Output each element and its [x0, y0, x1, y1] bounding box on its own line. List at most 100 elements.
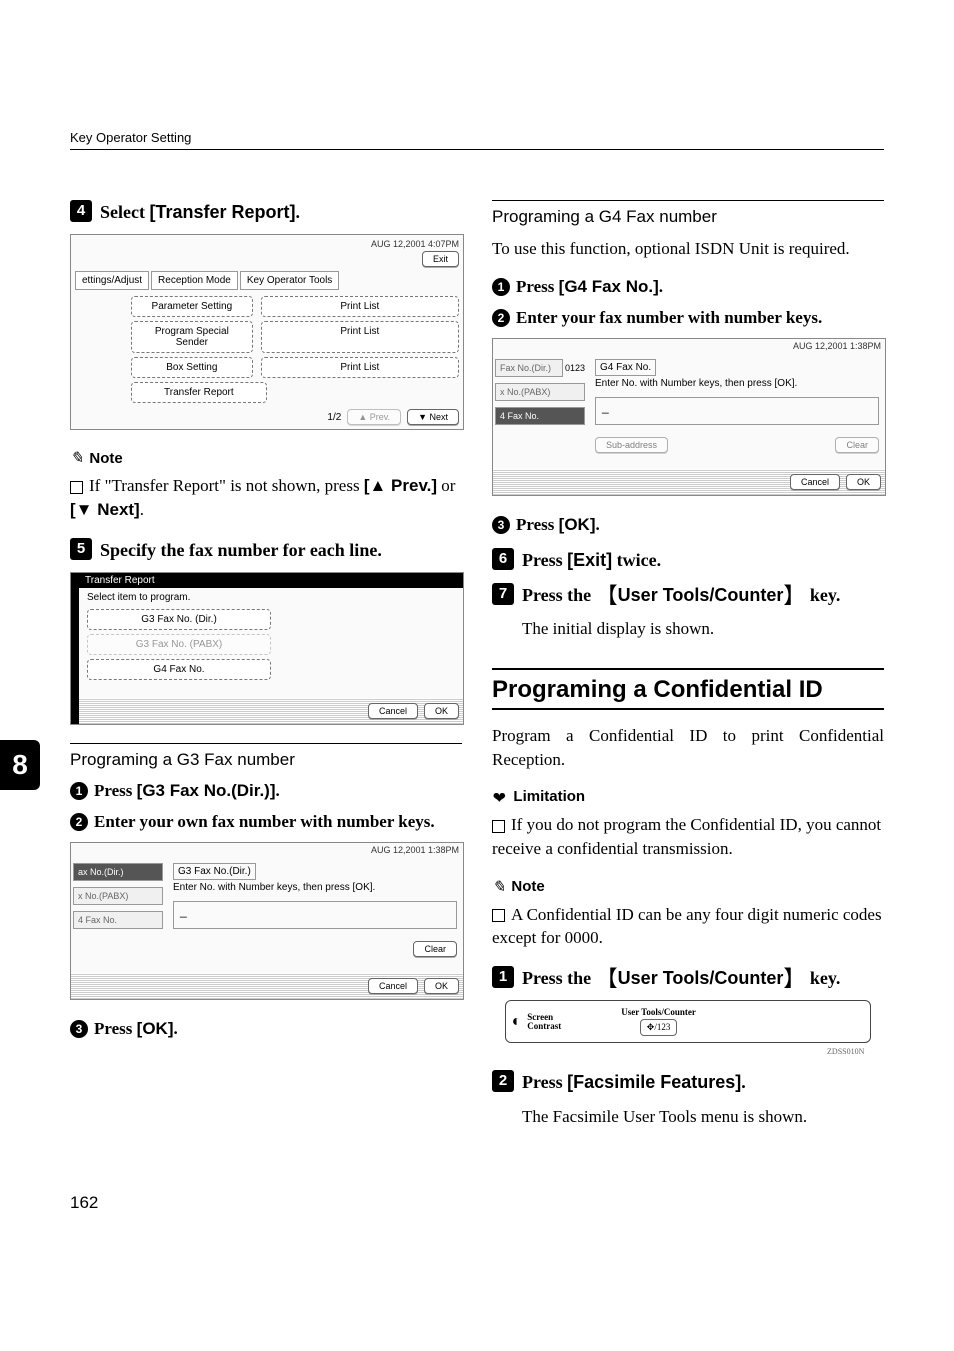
bulb-icon [492, 787, 507, 807]
g3-sub3-lead: Press [94, 1019, 137, 1038]
g3-fax-pabx-button[interactable]: G3 Fax No. (PABX) [87, 634, 271, 655]
shot1-datetime: AUG 12,2001 4:07PM [371, 239, 459, 249]
g3-sub2-text: Enter your own fax number with number ke… [94, 811, 435, 834]
step-4-text: Select [Transfer Report]. [100, 200, 300, 224]
user-tools-counter-key-2: User Tools/Counter [618, 968, 784, 988]
limitation-label: Limitation [513, 788, 585, 805]
user-tools-button[interactable]: ✥/123 [640, 1019, 678, 1036]
step-number-4: 4 [70, 200, 92, 222]
prev-key-label: [▲ Prev.] [364, 476, 437, 495]
limitation-heading: Limitation [492, 787, 884, 807]
substep-1-number: 1 [70, 782, 88, 800]
fax-number-input[interactable]: _ [173, 901, 457, 929]
note-heading-2: Note [492, 877, 884, 897]
note-body-1: If "Transfer Report" is not shown, press [89, 476, 364, 495]
step6-tail: twice. [612, 550, 661, 570]
side-tab-g4[interactable]: 4 Fax No. [73, 911, 163, 929]
ok-button-4[interactable]: OK [846, 474, 881, 490]
ok-label: [OK] [137, 1019, 174, 1038]
shot2-title: Transfer Report [79, 573, 463, 588]
box-setting-button[interactable]: Box Setting [131, 357, 253, 378]
stepA1-lead: Press the [522, 968, 596, 988]
step-number-6: 6 [492, 548, 514, 570]
transfer-report-button[interactable]: Transfer Report [131, 382, 267, 403]
user-tools-counter-label: User Tools/Counter [621, 1007, 696, 1017]
step4-tail: . [296, 202, 301, 222]
side-tab-pabx-4[interactable]: x No.(PABX) [495, 383, 585, 401]
stepA2-tail: . [741, 1072, 746, 1092]
print-list-button-3[interactable]: Print List [261, 357, 459, 378]
checkbox-icon-2 [492, 820, 505, 833]
side-tab-dir-4[interactable]: Fax No.(Dir.) [495, 359, 563, 377]
clear-button[interactable]: Clear [413, 941, 457, 957]
step7-tail: key. [805, 585, 840, 605]
g4-sub3-tail: . [595, 515, 599, 534]
note-body-2-right: A Confidential ID can be any four digit … [492, 903, 884, 951]
hardware-panel: Screen Contrast User Tools/Counter ✥/123 [505, 1000, 872, 1043]
open-bracket-icon-2: 【 [596, 966, 618, 991]
g3-sub1-tail: . [276, 781, 280, 800]
note-body-2: . [140, 500, 144, 519]
next-page-button[interactable]: ▼ Next [407, 409, 459, 425]
cancel-button-3[interactable]: Cancel [368, 978, 418, 994]
cancel-button-4[interactable]: Cancel [790, 474, 840, 490]
shot3-instruction: Enter No. with Number keys, then press [… [173, 882, 457, 893]
tab-reception-mode[interactable]: Reception Mode [151, 271, 238, 290]
confidential-id-heading: Programing a Confidential ID [492, 668, 884, 710]
parameter-setting-button[interactable]: Parameter Setting [131, 296, 253, 317]
stepA2-lead: Press [522, 1072, 567, 1092]
g4-fax-button[interactable]: G4 Fax No. [87, 659, 271, 680]
side-tab-pabx[interactable]: x No.(PABX) [73, 887, 163, 905]
prev-page-button[interactable]: ▲ Prev. [347, 409, 401, 425]
side-num: 0123 [565, 363, 585, 373]
shot3-datetime: AUG 12,2001 1:38PM [371, 845, 459, 855]
g4-sub3-lead: Press [516, 515, 559, 534]
step-6-text: Press [Exit] twice. [522, 548, 661, 572]
program-special-sender-button[interactable]: Program Special Sender [131, 321, 253, 353]
cancel-button[interactable]: Cancel [368, 703, 418, 719]
note-body: If "Transfer Report" is not shown, press… [70, 474, 462, 522]
g3-heading: Programing a G3 Fax number [70, 743, 462, 770]
g3-sub3-tail: . [173, 1019, 177, 1038]
shot2-subtitle: Select item to program. [87, 592, 455, 603]
running-header: Key Operator Setting [70, 130, 884, 150]
step-number-a1: 1 [492, 966, 514, 988]
user-tools-counter-key: User Tools/Counter [618, 585, 784, 605]
g4-fax-number-input[interactable]: _ [595, 397, 879, 425]
g3-fax-dir-button[interactable]: G3 Fax No. (Dir.) [87, 609, 271, 630]
ok-button-3[interactable]: OK [424, 978, 459, 994]
step-a1-text: Press the 【User Tools/Counter】 key. [522, 966, 840, 990]
step-number-a2: 2 [492, 1070, 514, 1092]
tab-settings-adjust[interactable]: ettings/Adjust [75, 271, 149, 290]
side-tab-g4-4[interactable]: 4 Fax No. [495, 407, 585, 425]
g3-fax-no-dir-label: [G3 Fax No.(Dir.)] [137, 781, 276, 800]
screenshot-g3-entry: AUG 12,2001 1:38PM ax No.(Dir.) x No.(PA… [70, 842, 464, 1000]
facsimile-features-label: [Facsimile Features] [567, 1072, 741, 1092]
close-bracket-icon-2: 】 [783, 966, 805, 991]
stepA1-tail: key. [805, 968, 840, 988]
chapter-tab: 8 [0, 740, 40, 790]
shot3-field: G3 Fax No.(Dir.) [173, 863, 256, 880]
sub-address-button[interactable]: Sub-address [595, 437, 668, 453]
exit-button[interactable]: Exit [422, 251, 459, 267]
step-7-text: Press the 【User Tools/Counter】 key. [522, 583, 840, 607]
contrast-label: Contrast [527, 1022, 561, 1031]
step-a2-text: Press [Facsimile Features]. [522, 1070, 746, 1094]
side-tab-dir[interactable]: ax No.(Dir.) [73, 863, 163, 881]
note-label: Note [89, 450, 122, 467]
clear-button-4[interactable]: Clear [835, 437, 879, 453]
g4-intro: To use this function, optional ISDN Unit… [492, 237, 884, 262]
shot4-datetime: AUG 12,2001 1:38PM [793, 341, 881, 351]
print-list-button-2[interactable]: Print List [261, 321, 459, 353]
substep-2-number: 2 [70, 813, 88, 831]
g4-sub1-tail: . [659, 277, 663, 296]
limitation-text: If you do not program the Confidential I… [492, 815, 881, 858]
exit-label: [Exit] [567, 550, 612, 570]
print-list-button-1[interactable]: Print List [261, 296, 459, 317]
g3-sub1-text: Press [G3 Fax No.(Dir.)]. [94, 780, 280, 803]
ok-button[interactable]: OK [424, 703, 459, 719]
g4-substep-2-number: 2 [492, 309, 510, 327]
tab-key-operator-tools[interactable]: Key Operator Tools [240, 271, 339, 290]
g4-heading: Programing a G4 Fax number [492, 200, 884, 227]
ok-label-4: [OK] [559, 515, 596, 534]
